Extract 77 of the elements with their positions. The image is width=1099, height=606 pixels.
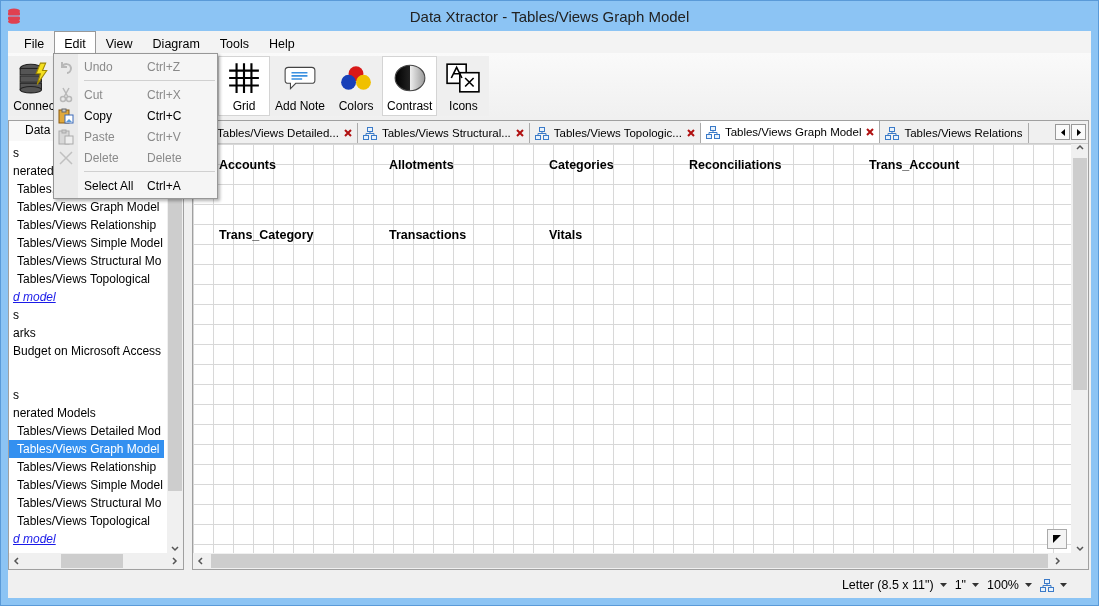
menu-item[interactable]: Select All Ctrl+A: [54, 175, 217, 196]
chevron-right-icon[interactable]: [1054, 557, 1062, 565]
database-icon: [17, 61, 51, 95]
diagram-icon: [534, 126, 549, 140]
tree-link[interactable]: d model: [9, 288, 167, 306]
table-node[interactable]: Trans_Account: [869, 158, 1071, 172]
toolbar-button[interactable]: Grid: [218, 56, 270, 116]
scroll-left-button[interactable]: [1055, 124, 1070, 140]
table-node[interactable]: Trans_Category: [219, 228, 389, 242]
caret-icon[interactable]: [939, 583, 947, 587]
menu-item[interactable]: File: [14, 31, 55, 53]
scissors-icon: [58, 86, 74, 103]
scroll-right-button[interactable]: [1071, 124, 1086, 140]
menu-item[interactable]: View: [95, 31, 143, 53]
document-tab[interactable]: Tables/Views Graph Model: [700, 121, 881, 143]
close-icon[interactable]: [515, 129, 524, 137]
tree-item[interactable]: s: [9, 306, 167, 324]
triangle-left-icon: [1060, 128, 1065, 136]
chevron-left-icon[interactable]: [13, 557, 21, 565]
tree-item[interactable]: Tables/Views Relationship: [9, 216, 167, 234]
menu-item[interactable]: Diagram: [142, 31, 210, 53]
tree-item[interactable]: Tables/Views Topological: [9, 270, 167, 288]
overview-button[interactable]: [1047, 529, 1067, 549]
tree-item[interactable]: Tables/Views Structural Mo: [9, 494, 167, 512]
close-icon[interactable]: [343, 129, 352, 137]
triangle-right-icon: [1076, 128, 1081, 136]
paper-size-dropdown[interactable]: Letter (8.5 x 11"): [841, 578, 947, 592]
chevron-down-icon[interactable]: [1075, 545, 1084, 553]
close-icon: [58, 149, 74, 166]
close-icon[interactable]: [866, 128, 875, 136]
chevron-left-icon[interactable]: [197, 557, 205, 565]
horizontal-scrollbar[interactable]: [9, 553, 183, 569]
zoom-dropdown[interactable]: 100%: [987, 578, 1032, 592]
tree-item[interactable]: Tables/Views Structural Mo: [9, 252, 167, 270]
diagram-icon: [705, 125, 720, 139]
close-icon[interactable]: [686, 129, 695, 137]
menu-item[interactable]: Edit: [54, 31, 96, 53]
tree-item[interactable]: s: [9, 386, 167, 404]
tree-item[interactable]: Tables/Views Graph Model: [9, 198, 167, 216]
grid-icon: [227, 61, 261, 95]
table-node[interactable]: Accounts: [219, 158, 389, 172]
chevron-right-icon[interactable]: [171, 557, 179, 565]
diagram-icon: [362, 126, 377, 140]
tree-item[interactable]: Tables/Views Simple Model: [9, 476, 167, 494]
table-node[interactable]: Reconciliations: [689, 158, 869, 172]
menu-item[interactable]: Tools: [209, 31, 259, 53]
tree-item[interactable]: nerated Models: [9, 404, 167, 422]
panel-tab[interactable]: Data: [25, 123, 51, 137]
diagram-icon: [885, 126, 900, 140]
tree-item[interactable]: arks: [9, 324, 167, 342]
table-node[interactable]: Transactions: [389, 228, 549, 242]
database-icon: [7, 8, 21, 24]
horizontal-scrollbar[interactable]: [193, 553, 1088, 569]
translate-icon: [446, 61, 481, 95]
caret-icon[interactable]: [972, 583, 979, 587]
table-node[interactable]: Allotments: [389, 158, 549, 172]
window-title: Data Xtractor - Tables/Views Graph Model: [408, 7, 691, 25]
hierarchy-icon: [1040, 578, 1054, 592]
toolbar-button[interactable]: Contrast: [382, 56, 438, 116]
clipboard-icon: [58, 107, 74, 124]
caret-icon[interactable]: [1060, 583, 1067, 587]
chevron-down-icon[interactable]: [171, 545, 179, 553]
tree-item[interactable]: Tables/Views Topological: [9, 512, 167, 530]
vertical-scrollbar[interactable]: [1071, 144, 1088, 553]
tree-item[interactable]: Tables/Views Relationship: [9, 458, 167, 476]
layout-dropdown[interactable]: [1040, 578, 1067, 592]
menu-item[interactable]: Help: [259, 31, 305, 53]
tree-item[interactable]: Tables/Views Simple Model: [9, 234, 167, 252]
clipboard-icon: [58, 128, 74, 145]
tree-item[interactable]: Tables/Views Detailed Mod: [9, 422, 167, 440]
table-node[interactable]: Vitals: [549, 228, 689, 242]
tree-link[interactable]: d model: [9, 530, 167, 548]
chevron-up-icon[interactable]: [1075, 144, 1084, 152]
tree-item[interactable]: Budget on Microsoft Access: [9, 342, 167, 360]
caret-icon[interactable]: [1025, 583, 1032, 587]
margin-dropdown[interactable]: 1": [954, 578, 979, 592]
table-node[interactable]: Categories: [549, 158, 689, 172]
